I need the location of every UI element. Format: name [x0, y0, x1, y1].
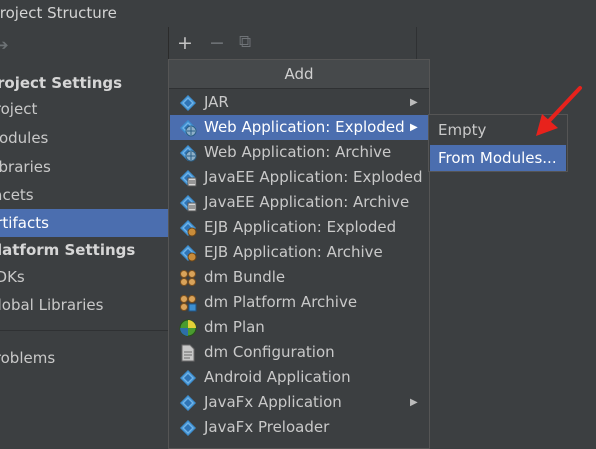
sidebar-item-libraries[interactable]: Libraries — [0, 153, 168, 181]
diamond-icon — [180, 95, 196, 111]
menu-item-javafx-preloader[interactable]: JavaFx Preloader — [170, 415, 428, 440]
platform-archive-icon — [180, 295, 197, 312]
configuration-icon — [181, 344, 195, 362]
popup-title: Add — [169, 60, 429, 89]
submenu-arrow-icon: ▶ — [410, 397, 418, 408]
sidebar-divider — [0, 330, 168, 331]
javaee-icon — [180, 195, 197, 212]
sidebar-item-artifacts[interactable]: Artifacts — [0, 209, 168, 237]
menu-item-dm-plan[interactable]: dm Plan — [170, 315, 428, 340]
sidebar-item-modules[interactable]: Modules — [0, 124, 168, 152]
submenu-arrow-icon: ▶ — [410, 97, 418, 108]
menu-item-javaee-application-exploded[interactable]: JavaEE Application: Exploded — [170, 165, 428, 190]
title-bar: Project Structure — [0, 0, 596, 27]
menu-item-javafx-application[interactable]: JavaFx Application ▶ — [170, 390, 428, 415]
javaee-icon — [180, 170, 197, 187]
menu-item-ejb-application-exploded[interactable]: EJB Application: Exploded — [170, 215, 428, 240]
plan-icon — [179, 319, 197, 337]
add-button[interactable]: + — [177, 32, 193, 54]
sidebar-item-facets[interactable]: Facets — [0, 181, 168, 209]
menu-item-jar[interactable]: JAR ▶ — [170, 90, 428, 115]
submenu-item-from-modules[interactable]: From Modules... — [430, 145, 566, 171]
add-artifact-popup: Add JAR ▶ Web Application: Exploded ▶ We… — [168, 59, 430, 449]
artifacts-toolbar: + − ⧉ — [169, 27, 596, 60]
sidebar-item-problems[interactable]: Problems — [0, 344, 168, 372]
menu-item-javaee-application-archive[interactable]: JavaEE Application: Archive — [170, 190, 428, 215]
copy-button[interactable]: ⧉ — [239, 32, 251, 52]
menu-item-web-application-archive[interactable]: Web Application: Archive — [170, 140, 428, 165]
menu-item-android-application[interactable]: Android Application — [170, 365, 428, 390]
menu-item-dm-configuration[interactable]: dm Configuration — [170, 340, 428, 365]
sidebar-item-project[interactable]: Project — [0, 95, 168, 123]
menu-item-dm-bundle[interactable]: dm Bundle — [170, 265, 428, 290]
ejb-icon — [180, 220, 197, 237]
ejb-icon — [180, 245, 197, 262]
sidebar: ➔ Project Settings Project Modules Libra… — [0, 27, 169, 447]
forward-arrow-icon[interactable]: ➔ — [0, 36, 9, 54]
annotation-arrow-icon — [536, 86, 582, 136]
diamond-icon — [180, 370, 196, 386]
remove-button[interactable]: − — [209, 32, 225, 54]
sidebar-item-global-libraries[interactable]: Global Libraries — [0, 291, 168, 319]
web-app-icon — [180, 120, 197, 137]
menu-item-ejb-application-archive[interactable]: EJB Application: Archive — [170, 240, 428, 265]
sidebar-header-platform-settings: Platform Settings — [0, 241, 136, 259]
submenu-arrow-icon: ▶ — [410, 122, 418, 133]
menu-item-web-application-exploded[interactable]: Web Application: Exploded ▶ — [170, 115, 428, 140]
sidebar-item-sdks[interactable]: SDKs — [0, 263, 168, 291]
diamond-icon — [180, 395, 196, 411]
sidebar-header-project-settings: Project Settings — [0, 74, 123, 92]
menu-item-dm-platform-archive[interactable]: dm Platform Archive — [170, 290, 428, 315]
bundle-icon — [180, 270, 196, 286]
diamond-icon — [180, 420, 196, 436]
web-app-icon — [180, 145, 197, 162]
window-title: Project Structure — [0, 4, 117, 22]
